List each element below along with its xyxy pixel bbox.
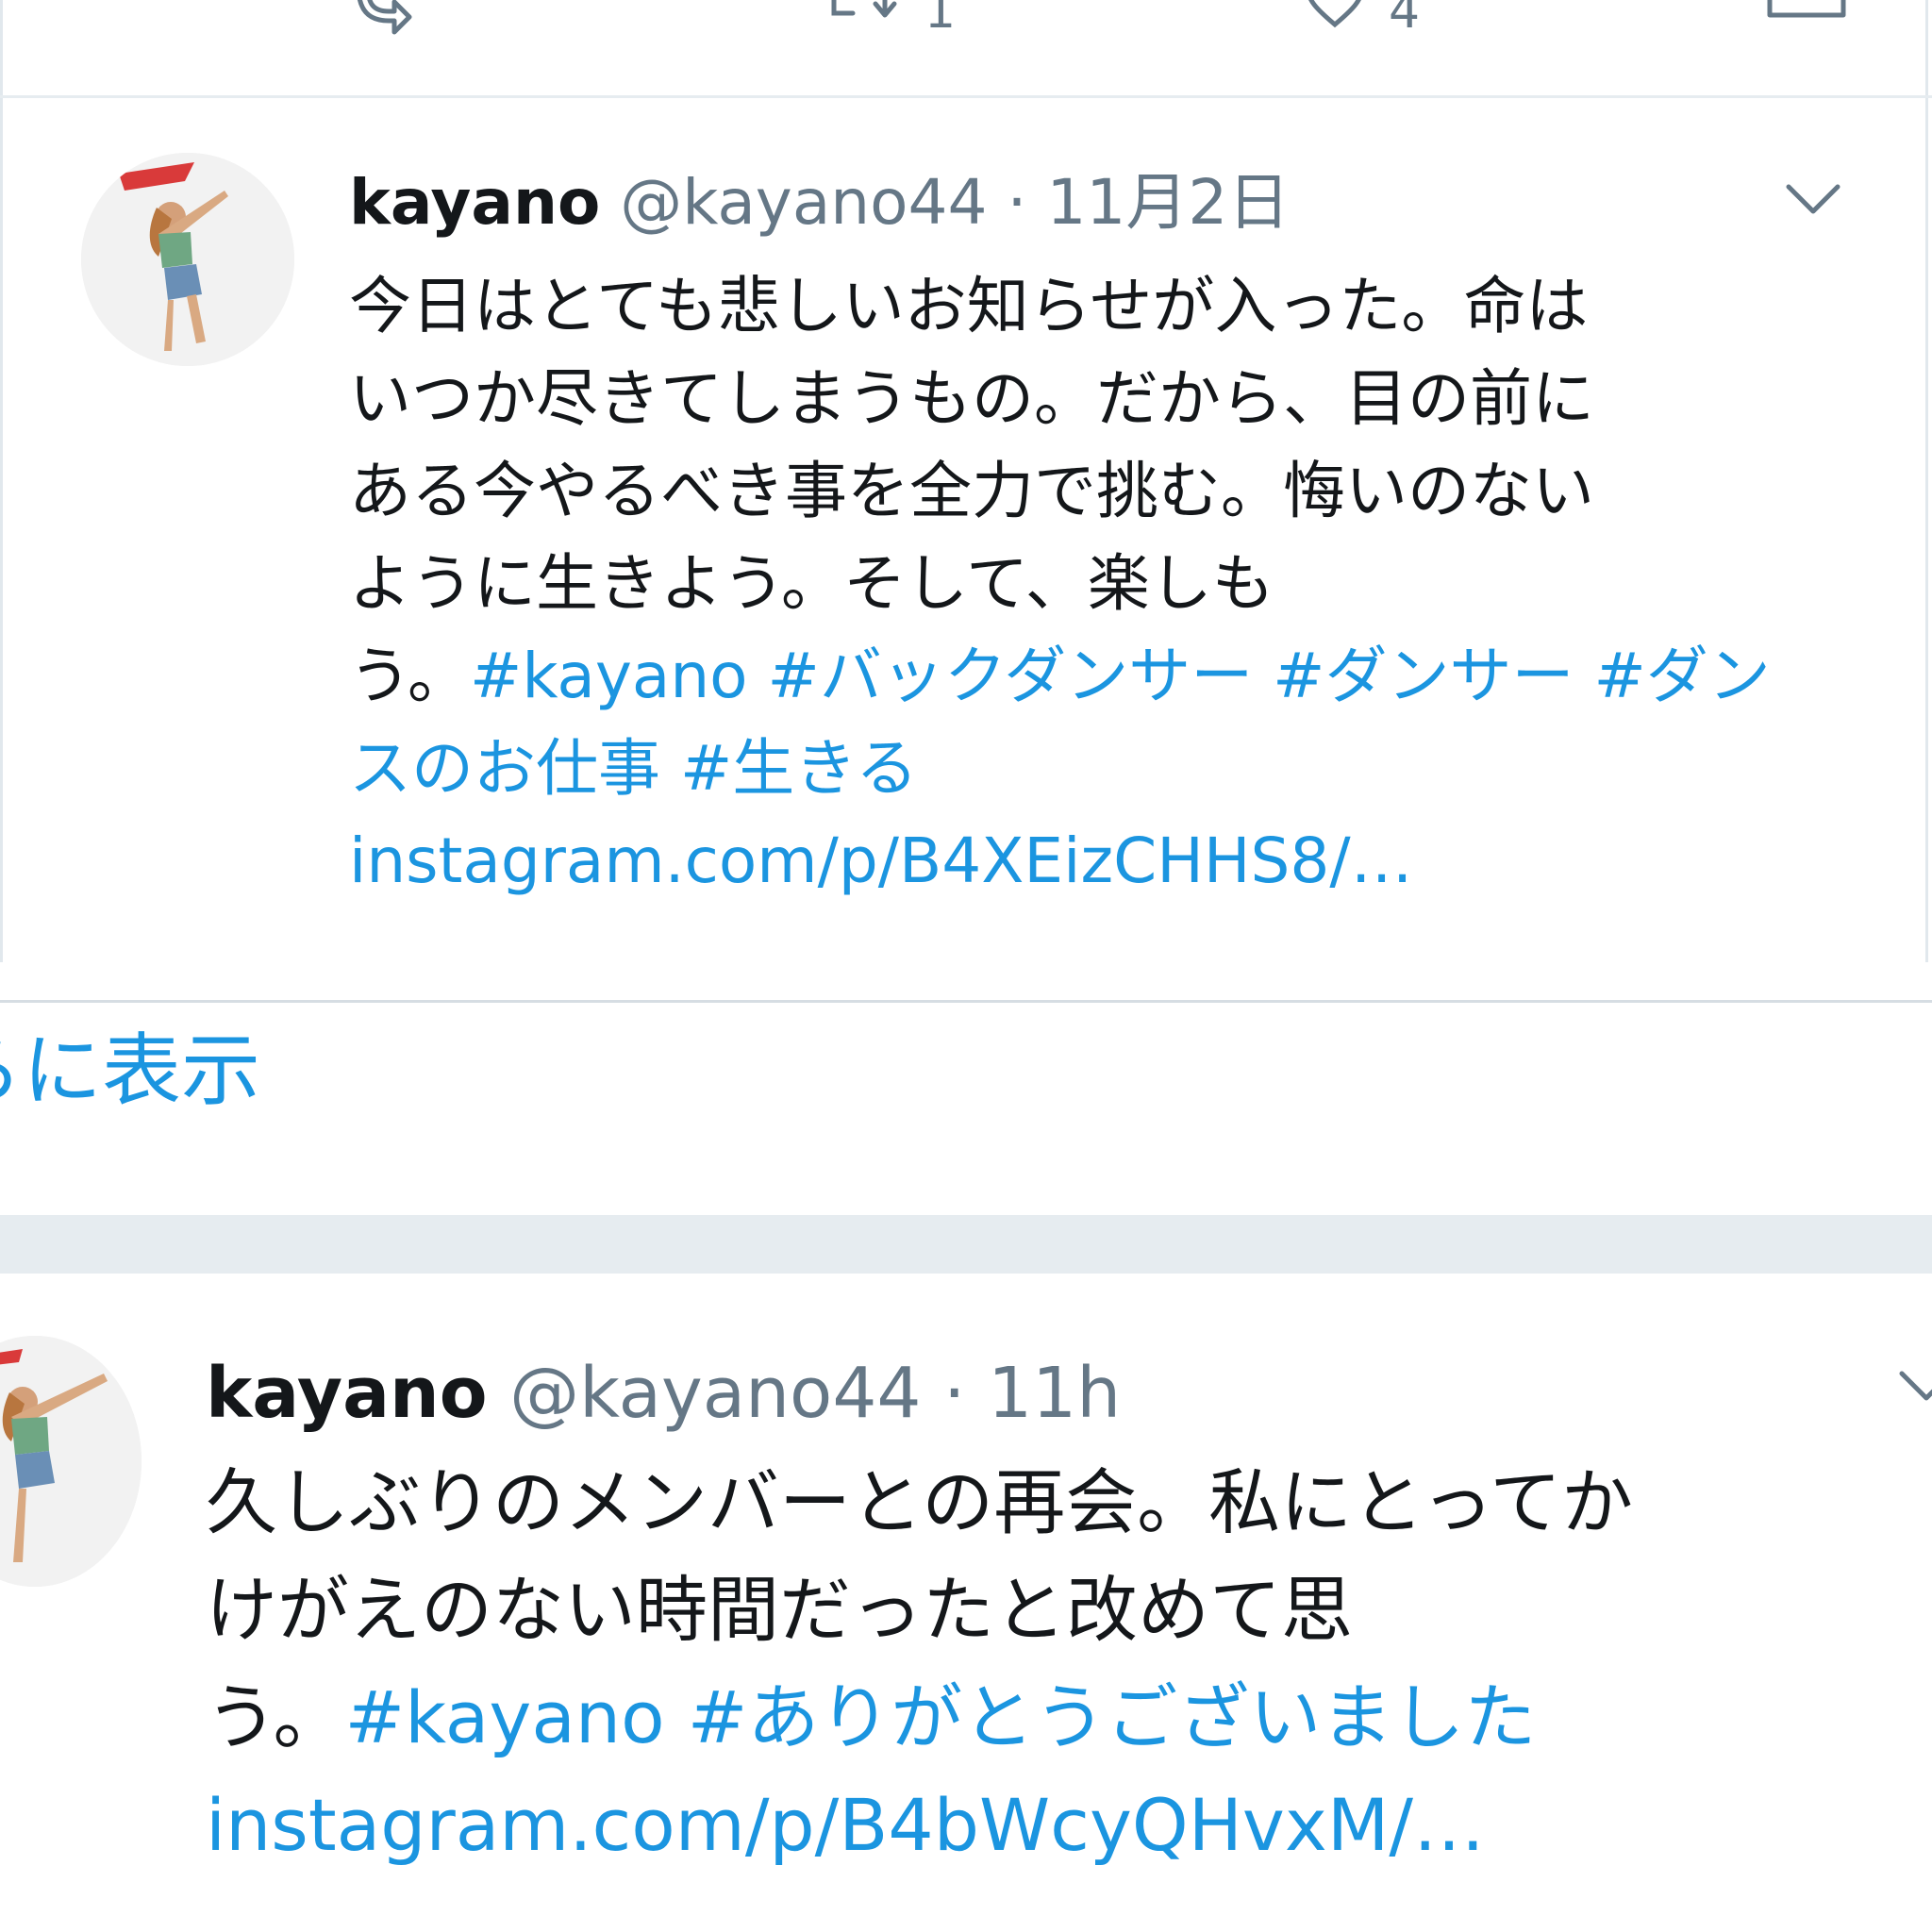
reply-icon — [358, 0, 412, 35]
author-handle[interactable]: @kayano44 — [509, 1353, 921, 1434]
instagram-link[interactable]: instagram.com/p/B4XEizCHHS8/… — [349, 815, 1771, 908]
tweet-text-fragment: う。 — [349, 640, 471, 712]
tweet-text-line: ように生きよう。そして、楽しも — [349, 547, 1274, 620]
retweet-button[interactable]: 1 — [828, 0, 956, 40]
author-name[interactable]: kayano — [206, 1353, 488, 1434]
avatar[interactable] — [0, 1336, 142, 1587]
tweet-text-line: う。#kayano #ありがとうございました — [206, 1664, 1633, 1772]
like-button[interactable]: 4 — [1302, 0, 1420, 40]
tweet-text-line: けがえのない時間だったと改めて思 — [206, 1568, 1353, 1652]
avatar[interactable] — [81, 153, 294, 366]
share-button[interactable] — [1764, 0, 1849, 36]
tweet-action-bar: 1 4 — [0, 0, 1932, 98]
reply-button[interactable] — [351, 0, 417, 36]
tweet-header: kayano @kayano44 · 11h — [206, 1358, 1121, 1428]
section-separator — [0, 1215, 1932, 1274]
avatar-photo — [0, 1336, 142, 1587]
share-icon — [1767, 0, 1846, 18]
tweet-text-line: う。#kayano #バックダンサー #ダンサー #ダン — [349, 630, 1771, 723]
instagram-link[interactable]: instagram.com/p/B4bWcyQHvxM/… — [206, 1772, 1633, 1879]
tweet-text-line: ある今やるべき事を全力で挑む。悔いのない — [349, 455, 1594, 527]
separator-dot: · — [1007, 166, 1027, 239]
chevron-down-icon[interactable] — [1896, 1368, 1932, 1406]
hashtag-links[interactable]: #kayano #ありがとうございました — [344, 1675, 1536, 1759]
tweet-text: 久しぶりのメンバーとの再会。私にとってか けがえのない時間だったと改めて思 う。… — [206, 1449, 1633, 1879]
heart-icon — [1308, 0, 1361, 28]
divider — [0, 1000, 1932, 1003]
tweet-header: kayano @kayano44 · 11月2日 — [349, 172, 1290, 234]
tweet-text-fragment: う。 — [206, 1675, 345, 1759]
tweet-timestamp[interactable]: 11月2日 — [1046, 166, 1290, 239]
tweet-timestamp[interactable]: 11h — [988, 1353, 1121, 1434]
retweet-count: 1 — [924, 0, 957, 40]
tweet[interactable]: kayano @kayano44 · 11h 久しぶりのメンバーとの再会。私にと… — [0, 1274, 1932, 1932]
chevron-down-icon[interactable] — [1783, 181, 1843, 219]
author-name[interactable]: kayano — [349, 166, 600, 239]
separator-dot: · — [943, 1353, 966, 1434]
like-count: 4 — [1389, 0, 1421, 40]
avatar-photo — [81, 153, 294, 366]
twitter-timeline: 1 4 kayano @kayano44 · 11月2日 今日はとても悲しいお知… — [0, 0, 1932, 1932]
show-more-link[interactable]: らに表示 — [0, 1024, 260, 1118]
tweet-text-line: いつか尽きてしまうもの。だから、目の前に — [349, 362, 1594, 435]
hashtag-links[interactable]: スのお仕事 #生きる — [349, 723, 1771, 815]
hashtag-links[interactable]: #kayano #バックダンサー #ダンサー #ダン — [470, 640, 1771, 712]
tweet-text: 今日はとても悲しいお知らせが入った。命は いつか尽きてしまうもの。だから、目の前… — [349, 260, 1771, 908]
retweet-icon — [831, 0, 897, 18]
tweet-text-line: 今日はとても悲しいお知らせが入った。命は — [349, 270, 1589, 342]
author-handle[interactable]: @kayano44 — [620, 166, 987, 239]
tweet-text-line: 久しぶりのメンバーとの再会。私にとってか — [206, 1460, 1634, 1544]
tweet[interactable]: kayano @kayano44 · 11月2日 今日はとても悲しいお知らせが入… — [0, 98, 1932, 966]
